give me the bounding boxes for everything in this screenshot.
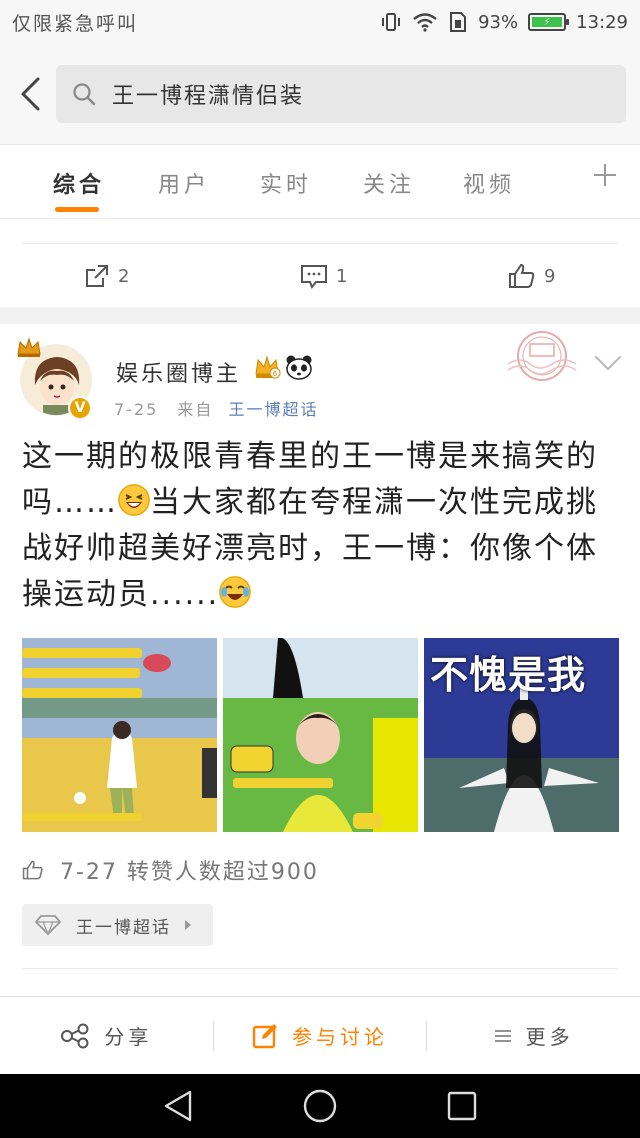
system-nav-bar	[0, 1074, 640, 1138]
tab-bar: 综合 用户 实时 关注 视频	[0, 144, 640, 219]
previous-post-actions: 2 1 9	[0, 219, 640, 307]
author-name[interactable]: 娱乐圈博主	[116, 356, 241, 388]
search-header: 王一博程潇情侣装	[0, 44, 640, 144]
meme-caption: 不愧是我	[430, 653, 587, 697]
vip-crown-icon: 6	[255, 355, 281, 379]
discuss-label: 参与讨论	[292, 1025, 388, 1049]
source-link[interactable]: 王一博超话	[229, 400, 319, 419]
repost-icon	[86, 265, 108, 287]
thumbs-up-icon	[22, 860, 43, 880]
more-label: 更多	[525, 1025, 574, 1049]
post-image-1[interactable]	[22, 638, 217, 832]
nav-recents-icon[interactable]	[444, 1088, 480, 1124]
carrier-text: 仅限紧急呼叫	[12, 12, 139, 35]
crown-icon	[17, 337, 41, 357]
likes-summary-text: 7-27 转赞人数超过900	[60, 860, 319, 885]
post-date: 7-25	[114, 400, 159, 419]
comment-count: 1	[336, 265, 348, 287]
chevron-left-icon	[21, 77, 40, 111]
status-bar: 仅限紧急呼叫 93% ⚡ 13:29	[0, 0, 640, 44]
join-discussion-button[interactable]: 参与讨论	[214, 1014, 427, 1058]
post-meta: 7-25 来自 王一博超话	[114, 396, 319, 420]
likes-summary-row: 7-27 转赞人数超过900	[22, 854, 319, 886]
nav-back-icon[interactable]	[160, 1088, 196, 1124]
vibrate-icon	[380, 11, 402, 33]
diamond-icon	[34, 915, 62, 936]
add-tab-button[interactable]	[592, 161, 618, 196]
wifi-icon	[412, 12, 438, 32]
post-text: 这一期的极限青春里的王一博是来搞笑的吗…… 当大家都在夸程潇一次性完成挑战好帅超美…	[22, 434, 622, 618]
divider	[22, 968, 618, 969]
tab-comprehensive[interactable]: 综合	[53, 167, 105, 199]
panda-icon	[286, 355, 312, 380]
from-label: 来自	[177, 400, 214, 419]
tab-realtime[interactable]: 实时	[260, 167, 312, 199]
plus-icon	[594, 164, 616, 186]
nav-home-icon[interactable]	[302, 1088, 338, 1124]
post-image-3[interactable]: 不愧是我	[424, 638, 619, 832]
svg-text:6: 6	[273, 370, 278, 378]
comment-icon	[301, 265, 327, 289]
verified-badge: V	[68, 396, 92, 420]
share-icon	[61, 1023, 89, 1048]
status-icons: 93% ⚡ 13:29	[380, 11, 628, 33]
search-input[interactable]: 王一博程潇情侣装	[56, 65, 626, 123]
post-menu-chevron-icon[interactable]	[594, 354, 622, 372]
chevron-right-icon	[185, 920, 191, 930]
active-tab-indicator	[55, 207, 99, 212]
share-button[interactable]: 分享	[0, 1014, 213, 1058]
post-image-2[interactable]	[223, 638, 418, 832]
share-label: 分享	[104, 1025, 153, 1049]
author-badges: 6	[253, 354, 313, 380]
back-button[interactable]	[10, 64, 50, 124]
like-button[interactable]: 9	[508, 263, 555, 289]
comment-button[interactable]: 1	[300, 263, 347, 289]
repost-count: 2	[118, 265, 130, 287]
like-count: 9	[544, 265, 556, 287]
more-button[interactable]: 更多	[427, 1014, 640, 1058]
search-query: 王一博程潇情侣装	[112, 84, 305, 109]
headline-stamp-icon	[507, 331, 577, 381]
battery-icon: ⚡	[528, 13, 570, 31]
edit-icon	[252, 1023, 277, 1048]
tab-following[interactable]: 关注	[363, 167, 415, 199]
tab-video[interactable]: 视频	[463, 167, 515, 199]
menu-icon	[494, 1029, 511, 1042]
post-card: V 娱乐圈博主 6 7-25 来自 王一博超话 这一期的极限青春里的王一博是来搞…	[0, 324, 640, 1014]
laughing-emoji-icon	[118, 484, 150, 516]
thumbs-up-icon	[509, 263, 535, 288]
crying-laughing-emoji-icon	[219, 576, 252, 608]
battery-percent: 93%	[478, 11, 519, 33]
bottom-action-bar: 分享 参与讨论 更多	[0, 996, 640, 1074]
divider	[22, 243, 618, 244]
sim-icon	[448, 11, 468, 33]
repost-button[interactable]: 2	[84, 263, 129, 289]
tab-users[interactable]: 用户	[158, 167, 210, 199]
topic-label: 王一博超话	[76, 917, 171, 938]
topic-chip[interactable]: 王一博超话	[22, 904, 213, 946]
search-icon	[73, 83, 96, 106]
clock: 13:29	[576, 11, 628, 33]
